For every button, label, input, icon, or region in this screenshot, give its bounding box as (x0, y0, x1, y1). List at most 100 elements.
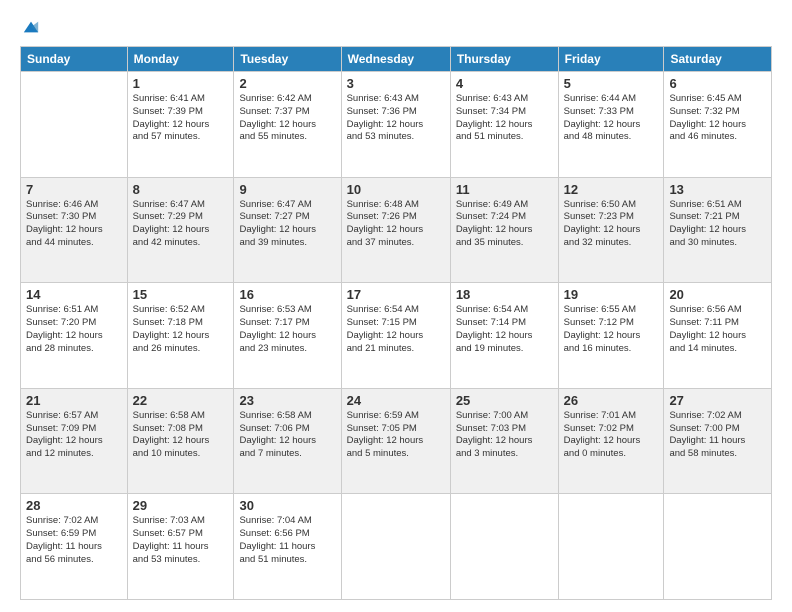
calendar-cell: 23 Sunrise: 6:58 AM Sunset: 7:06 PM Dayli… (234, 388, 341, 494)
day-number: 28 (26, 498, 122, 513)
calendar-cell: 15Sunrise: 6:52 AM Sunset: 7:18 PM Dayli… (127, 283, 234, 389)
day-info: Sunrise: 6:58 AM Sunset: 7:08 PM Dayligh… (133, 410, 229, 461)
calendar: Sunday Monday Tuesday Wednesday Thursday… (20, 46, 772, 600)
calendar-cell: 7 Sunrise: 6:46 AM Sunset: 7:30 PM Daylig… (21, 177, 128, 283)
day-number: 9 (239, 182, 335, 197)
day-number: 14 (26, 287, 122, 302)
day-info: Sunrise: 6:56 AM Sunset: 7:11 PM Dayligh… (669, 304, 766, 355)
day-info: Sunrise: 6:54 AM Sunset: 7:15 PM Dayligh… (347, 304, 445, 355)
day-info: Sunrise: 6:51 AM Sunset: 7:20 PM Dayligh… (26, 304, 122, 355)
day-number: 10 (347, 182, 445, 197)
calendar-cell: 30 Sunrise: 7:04 AM Sunset: 6:56 PM Dayli… (234, 494, 341, 600)
day-info: Sunrise: 6:44 AM Sunset: 7:33 PM Dayligh… (564, 93, 659, 144)
calendar-cell (558, 494, 664, 600)
calendar-cell: 14 Sunrise: 6:51 AM Sunset: 7:20 PM Dayli… (21, 283, 128, 389)
day-number: 23 (239, 393, 335, 408)
day-info: Sunrise: 7:01 AM Sunset: 7:02 PM Dayligh… (564, 410, 659, 461)
day-number: 29 (133, 498, 229, 513)
day-info: Sunrise: 6:42 AM Sunset: 7:37 PM Dayligh… (239, 93, 335, 144)
day-number: 18 (456, 287, 553, 302)
calendar-cell: 25 Sunrise: 7:00 AM Sunset: 7:03 PM Dayli… (450, 388, 558, 494)
day-number: 22 (133, 393, 229, 408)
day-number: 20 (669, 287, 766, 302)
day-info: Sunrise: 7:03 AM Sunset: 6:57 PM Dayligh… (133, 515, 229, 566)
day-info: Sunrise: 6:47 AM Sunset: 7:29 PM Dayligh… (133, 199, 229, 250)
day-number: 12 (564, 182, 659, 197)
calendar-cell (664, 494, 772, 600)
calendar-cell: 5Sunrise: 6:44 AM Sunset: 7:33 PM Daylig… (558, 72, 664, 178)
day-number: 13 (669, 182, 766, 197)
header-thursday: Thursday (450, 47, 558, 72)
day-info: Sunrise: 6:53 AM Sunset: 7:17 PM Dayligh… (239, 304, 335, 355)
day-info: Sunrise: 7:02 AM Sunset: 6:59 PM Dayligh… (26, 515, 122, 566)
day-info: Sunrise: 6:48 AM Sunset: 7:26 PM Dayligh… (347, 199, 445, 250)
day-number: 17 (347, 287, 445, 302)
weekday-header-row: Sunday Monday Tuesday Wednesday Thursday… (21, 47, 772, 72)
day-info: Sunrise: 7:00 AM Sunset: 7:03 PM Dayligh… (456, 410, 553, 461)
day-number: 11 (456, 182, 553, 197)
day-info: Sunrise: 6:50 AM Sunset: 7:23 PM Dayligh… (564, 199, 659, 250)
day-info: Sunrise: 6:41 AM Sunset: 7:39 PM Dayligh… (133, 93, 229, 144)
week-row-2: 7 Sunrise: 6:46 AM Sunset: 7:30 PM Daylig… (21, 177, 772, 283)
day-number: 7 (26, 182, 122, 197)
calendar-cell: 3 Sunrise: 6:43 AM Sunset: 7:36 PM Daylig… (341, 72, 450, 178)
week-row-4: 21 Sunrise: 6:57 AM Sunset: 7:09 PM Dayli… (21, 388, 772, 494)
header-tuesday: Tuesday (234, 47, 341, 72)
calendar-cell: 6Sunrise: 6:45 AM Sunset: 7:32 PM Daylig… (664, 72, 772, 178)
calendar-cell: 17 Sunrise: 6:54 AM Sunset: 7:15 PM Dayli… (341, 283, 450, 389)
day-number: 2 (239, 76, 335, 91)
day-info: Sunrise: 6:59 AM Sunset: 7:05 PM Dayligh… (347, 410, 445, 461)
calendar-cell: 19Sunrise: 6:55 AM Sunset: 7:12 PM Dayli… (558, 283, 664, 389)
header (20, 18, 772, 36)
calendar-cell: 8 Sunrise: 6:47 AM Sunset: 7:29 PM Daylig… (127, 177, 234, 283)
week-row-3: 14 Sunrise: 6:51 AM Sunset: 7:20 PM Dayli… (21, 283, 772, 389)
calendar-cell: 20 Sunrise: 6:56 AM Sunset: 7:11 PM Dayli… (664, 283, 772, 389)
header-friday: Friday (558, 47, 664, 72)
day-number: 16 (239, 287, 335, 302)
calendar-cell: 24 Sunrise: 6:59 AM Sunset: 7:05 PM Dayli… (341, 388, 450, 494)
calendar-cell (450, 494, 558, 600)
day-number: 26 (564, 393, 659, 408)
day-info: Sunrise: 6:51 AM Sunset: 7:21 PM Dayligh… (669, 199, 766, 250)
day-number: 8 (133, 182, 229, 197)
day-number: 24 (347, 393, 445, 408)
logo-icon (22, 18, 40, 36)
week-row-1: 1 Sunrise: 6:41 AM Sunset: 7:39 PM Daylig… (21, 72, 772, 178)
day-number: 21 (26, 393, 122, 408)
day-number: 30 (239, 498, 335, 513)
day-number: 25 (456, 393, 553, 408)
calendar-cell: 9 Sunrise: 6:47 AM Sunset: 7:27 PM Daylig… (234, 177, 341, 283)
day-info: Sunrise: 6:58 AM Sunset: 7:06 PM Dayligh… (239, 410, 335, 461)
calendar-cell: 11 Sunrise: 6:49 AM Sunset: 7:24 PM Dayli… (450, 177, 558, 283)
day-info: Sunrise: 6:57 AM Sunset: 7:09 PM Dayligh… (26, 410, 122, 461)
header-monday: Monday (127, 47, 234, 72)
day-number: 6 (669, 76, 766, 91)
day-number: 19 (564, 287, 659, 302)
week-row-5: 28 Sunrise: 7:02 AM Sunset: 6:59 PM Dayli… (21, 494, 772, 600)
day-number: 1 (133, 76, 229, 91)
calendar-cell: 1 Sunrise: 6:41 AM Sunset: 7:39 PM Daylig… (127, 72, 234, 178)
calendar-cell: 18 Sunrise: 6:54 AM Sunset: 7:14 PM Dayli… (450, 283, 558, 389)
header-wednesday: Wednesday (341, 47, 450, 72)
day-info: Sunrise: 7:02 AM Sunset: 7:00 PM Dayligh… (669, 410, 766, 461)
day-info: Sunrise: 6:43 AM Sunset: 7:36 PM Dayligh… (347, 93, 445, 144)
day-number: 4 (456, 76, 553, 91)
calendar-cell: 2 Sunrise: 6:42 AM Sunset: 7:37 PM Daylig… (234, 72, 341, 178)
day-info: Sunrise: 6:47 AM Sunset: 7:27 PM Dayligh… (239, 199, 335, 250)
logo (20, 18, 40, 36)
day-info: Sunrise: 6:54 AM Sunset: 7:14 PM Dayligh… (456, 304, 553, 355)
day-info: Sunrise: 6:49 AM Sunset: 7:24 PM Dayligh… (456, 199, 553, 250)
calendar-cell (21, 72, 128, 178)
header-sunday: Sunday (21, 47, 128, 72)
page: Sunday Monday Tuesday Wednesday Thursday… (0, 0, 792, 612)
calendar-cell: 22 Sunrise: 6:58 AM Sunset: 7:08 PM Dayli… (127, 388, 234, 494)
calendar-cell: 29 Sunrise: 7:03 AM Sunset: 6:57 PM Dayli… (127, 494, 234, 600)
calendar-cell: 12 Sunrise: 6:50 AM Sunset: 7:23 PM Dayli… (558, 177, 664, 283)
day-info: Sunrise: 7:04 AM Sunset: 6:56 PM Dayligh… (239, 515, 335, 566)
calendar-cell: 28 Sunrise: 7:02 AM Sunset: 6:59 PM Dayli… (21, 494, 128, 600)
day-number: 3 (347, 76, 445, 91)
day-info: Sunrise: 6:46 AM Sunset: 7:30 PM Dayligh… (26, 199, 122, 250)
calendar-cell: 26 Sunrise: 7:01 AM Sunset: 7:02 PM Dayli… (558, 388, 664, 494)
day-number: 15 (133, 287, 229, 302)
calendar-cell: 13 Sunrise: 6:51 AM Sunset: 7:21 PM Dayli… (664, 177, 772, 283)
